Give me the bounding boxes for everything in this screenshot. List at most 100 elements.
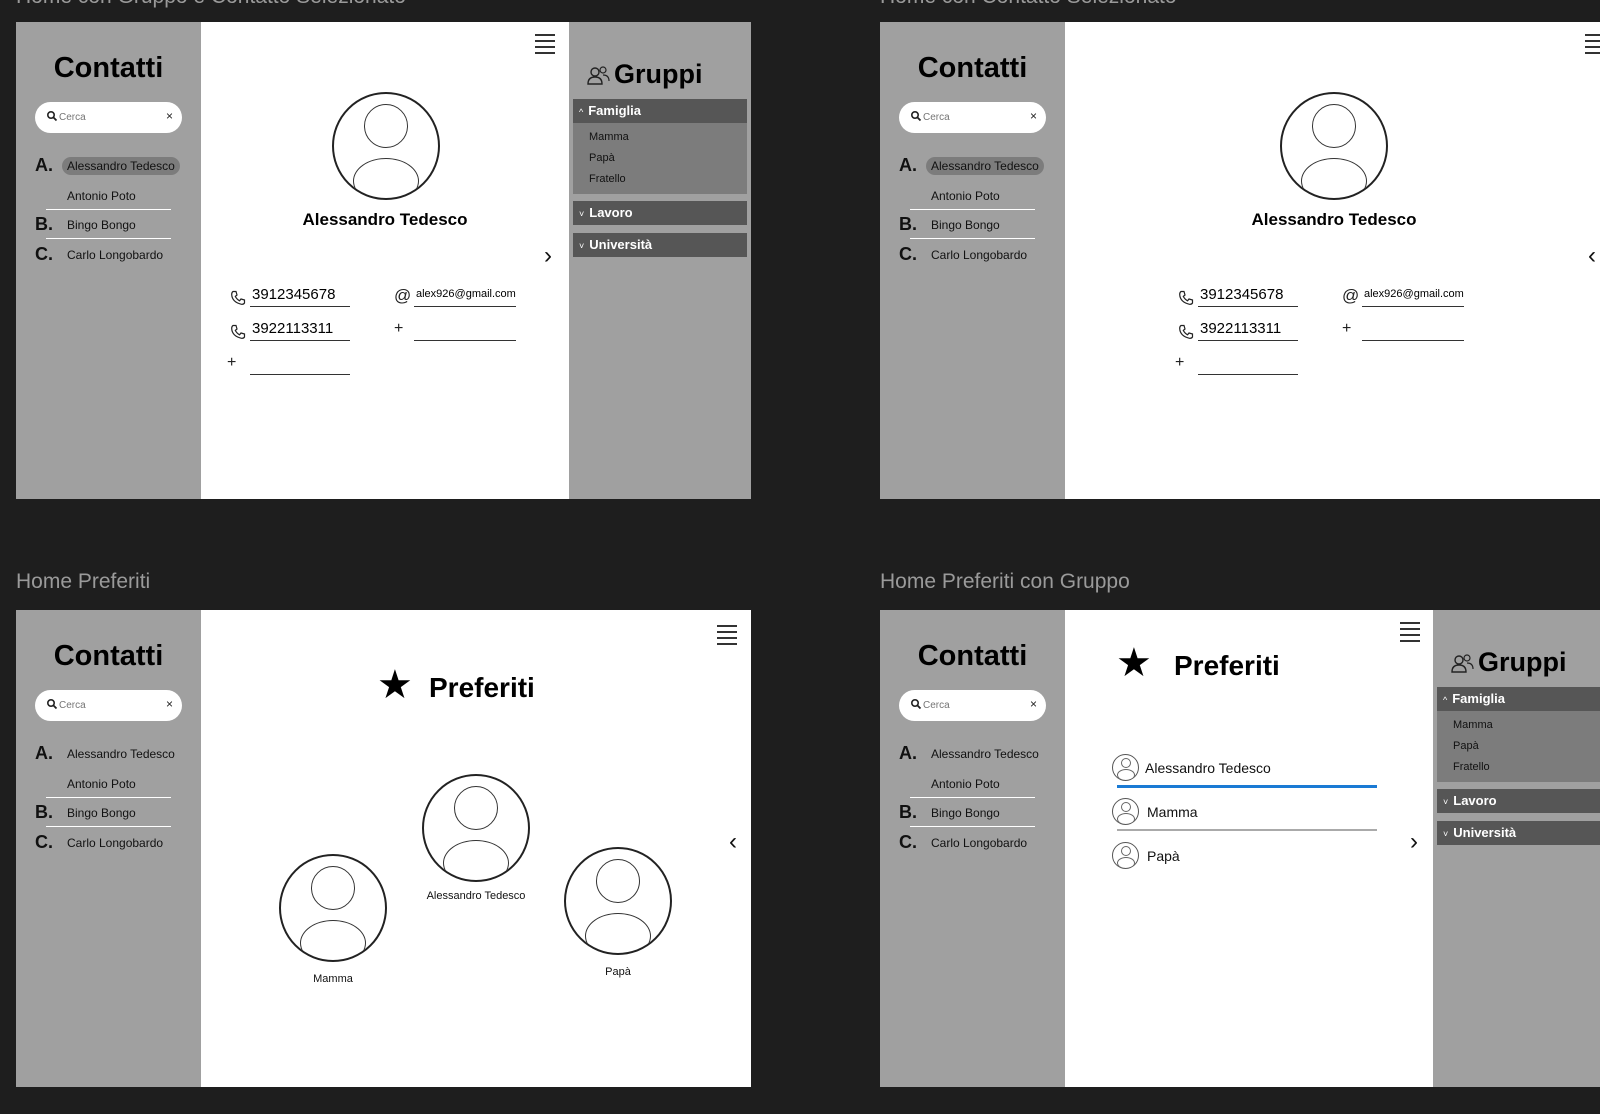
contact-item[interactable]: Carlo Longobardo <box>62 834 168 852</box>
section-letter: A. <box>899 155 917 175</box>
favorites-title: Preferiti <box>1174 650 1280 681</box>
new-email-field[interactable] <box>1362 320 1464 341</box>
email-field[interactable]: alex926@gmail.com <box>414 288 516 307</box>
clear-search-icon[interactable]: × <box>1030 697 1037 711</box>
contact-item[interactable]: Alessandro Tedesco <box>62 745 180 763</box>
frame-home-favorites-group: Contatti × A. Alessandro Tedesco Antonio… <box>880 610 1600 1087</box>
search-input[interactable] <box>59 697 159 713</box>
section-letter: B. <box>35 214 53 234</box>
favorite-avatar[interactable] <box>422 774 530 882</box>
frame-title: Home Preferiti <box>16 570 151 593</box>
hamburger-icon[interactable] <box>1585 34 1600 54</box>
group-header-lavoro[interactable]: ˅ Lavoro <box>573 201 747 225</box>
chevron-down-icon: ˅ <box>1443 829 1449 839</box>
search-input[interactable] <box>923 109 1023 125</box>
contacts-sidebar: Contatti × A. Alessandro Tedesco Antonio… <box>880 22 1065 499</box>
group-label: Università <box>589 237 653 252</box>
clear-search-icon[interactable]: × <box>166 697 173 711</box>
hamburger-icon[interactable] <box>1400 622 1420 642</box>
favorite-avatar[interactable] <box>564 847 672 955</box>
at-icon: @ <box>394 286 412 305</box>
contact-item-selected[interactable]: Alessandro Tedesco <box>926 157 1044 175</box>
frame-title: Home con Gruppo e Contatto Selezionato <box>16 0 406 9</box>
group-members-famiglia: Mamma Papà Fratello <box>1437 711 1600 782</box>
phone-icon <box>231 324 246 339</box>
favorite-list-item[interactable]: Mamma <box>1147 804 1198 820</box>
contacts-title: Contatti <box>917 640 1028 672</box>
contact-item[interactable]: Antonio Poto <box>926 775 1005 793</box>
contact-item[interactable]: Alessandro Tedesco <box>926 745 1044 763</box>
new-phone-field[interactable] <box>250 354 350 375</box>
divider <box>46 238 171 239</box>
chevron-right-icon[interactable]: › <box>544 242 552 270</box>
section-letter: C. <box>899 832 917 852</box>
contact-item[interactable]: Antonio Poto <box>926 187 1005 205</box>
group-member[interactable]: Mamma <box>1453 719 1493 731</box>
contact-item[interactable]: Carlo Longobardo <box>926 834 1032 852</box>
chevron-left-icon[interactable]: ‹ <box>729 828 737 856</box>
contacts-sidebar: Contatti × A. Alessandro Tedesco Antonio… <box>16 22 201 499</box>
add-email-icon[interactable]: + <box>1342 320 1351 338</box>
phone-field[interactable]: 3912345678 <box>1198 286 1298 307</box>
search-input[interactable] <box>59 109 159 125</box>
contact-item[interactable]: Carlo Longobardo <box>62 246 168 264</box>
section-letter: C. <box>899 244 917 264</box>
add-phone-icon[interactable]: + <box>1175 354 1184 372</box>
new-phone-field[interactable] <box>1198 354 1298 375</box>
group-member[interactable]: Fratello <box>1453 761 1490 773</box>
contact-item[interactable]: Antonio Poto <box>62 775 141 793</box>
phone-field[interactable]: 3912345678 <box>250 286 350 307</box>
group-header-famiglia[interactable]: ^ Famiglia <box>1437 687 1600 711</box>
group-member[interactable]: Papà <box>589 152 615 164</box>
contact-item-selected[interactable]: Alessandro Tedesco <box>62 157 180 175</box>
chevron-down-icon: ˅ <box>579 209 585 219</box>
favorite-list-item-selected[interactable]: Alessandro Tedesco <box>1145 760 1271 776</box>
contact-item[interactable]: Bingo Bongo <box>62 804 141 822</box>
favorite-name: Mamma <box>313 973 353 985</box>
contact-item[interactable]: Bingo Bongo <box>62 216 141 234</box>
group-member[interactable]: Mamma <box>589 131 629 143</box>
email-field[interactable]: alex926@gmail.com <box>1362 288 1464 307</box>
group-member[interactable]: Fratello <box>589 173 626 185</box>
clear-search-icon[interactable]: × <box>1030 109 1037 123</box>
chevron-left-icon[interactable]: ‹ <box>1588 242 1596 270</box>
groups-title: Gruppi <box>614 59 703 89</box>
group-label: Famiglia <box>1452 691 1505 706</box>
favorites-title: Preferiti <box>429 672 535 703</box>
contact-item[interactable]: Antonio Poto <box>62 187 141 205</box>
favorite-avatar[interactable] <box>279 854 387 962</box>
group-header-lavoro[interactable]: ˅ Lavoro <box>1437 789 1600 813</box>
group-header-universita[interactable]: ˅ Università <box>1437 821 1600 845</box>
contact-item[interactable]: Bingo Bongo <box>926 804 1005 822</box>
frame-home-group-contact: Contatti × A. Alessandro Tedesco Antonio… <box>16 22 751 499</box>
phone-icon <box>231 290 246 305</box>
phone-field[interactable]: 3922113311 <box>250 320 350 341</box>
contact-item[interactable]: Carlo Longobardo <box>926 246 1032 264</box>
group-member[interactable]: Papà <box>1453 740 1479 752</box>
phone-field[interactable]: 3922113311 <box>1198 320 1298 341</box>
group-header-famiglia[interactable]: ^ Famiglia <box>573 99 747 123</box>
groups-title: Gruppi <box>1478 647 1567 677</box>
search-icon <box>910 110 922 122</box>
contacts-sidebar: Contatti × A. Alessandro Tedesco Antonio… <box>16 610 201 1087</box>
favorite-list-item[interactable]: Papà <box>1147 848 1180 864</box>
add-email-icon[interactable]: + <box>394 320 403 338</box>
contact-name: Alessandro Tedesco <box>1251 210 1417 229</box>
new-email-field[interactable] <box>414 320 516 341</box>
selection-underline <box>1117 785 1377 788</box>
search-box[interactable]: × <box>899 102 1046 133</box>
hamburger-icon[interactable] <box>535 34 555 54</box>
phone-icon <box>1179 290 1194 305</box>
section-letter: A. <box>35 743 53 763</box>
group-header-universita[interactable]: ˅ Università <box>573 233 747 257</box>
search-box[interactable]: × <box>35 102 182 133</box>
contact-item[interactable]: Bingo Bongo <box>926 216 1005 234</box>
search-box[interactable]: × <box>899 690 1046 721</box>
search-box[interactable]: × <box>35 690 182 721</box>
chevron-right-icon[interactable]: › <box>1410 828 1418 856</box>
clear-search-icon[interactable]: × <box>166 109 173 123</box>
search-input[interactable] <box>923 697 1023 713</box>
chevron-down-icon: ˅ <box>579 241 585 251</box>
hamburger-icon[interactable] <box>717 625 737 645</box>
add-phone-icon[interactable]: + <box>227 354 236 372</box>
